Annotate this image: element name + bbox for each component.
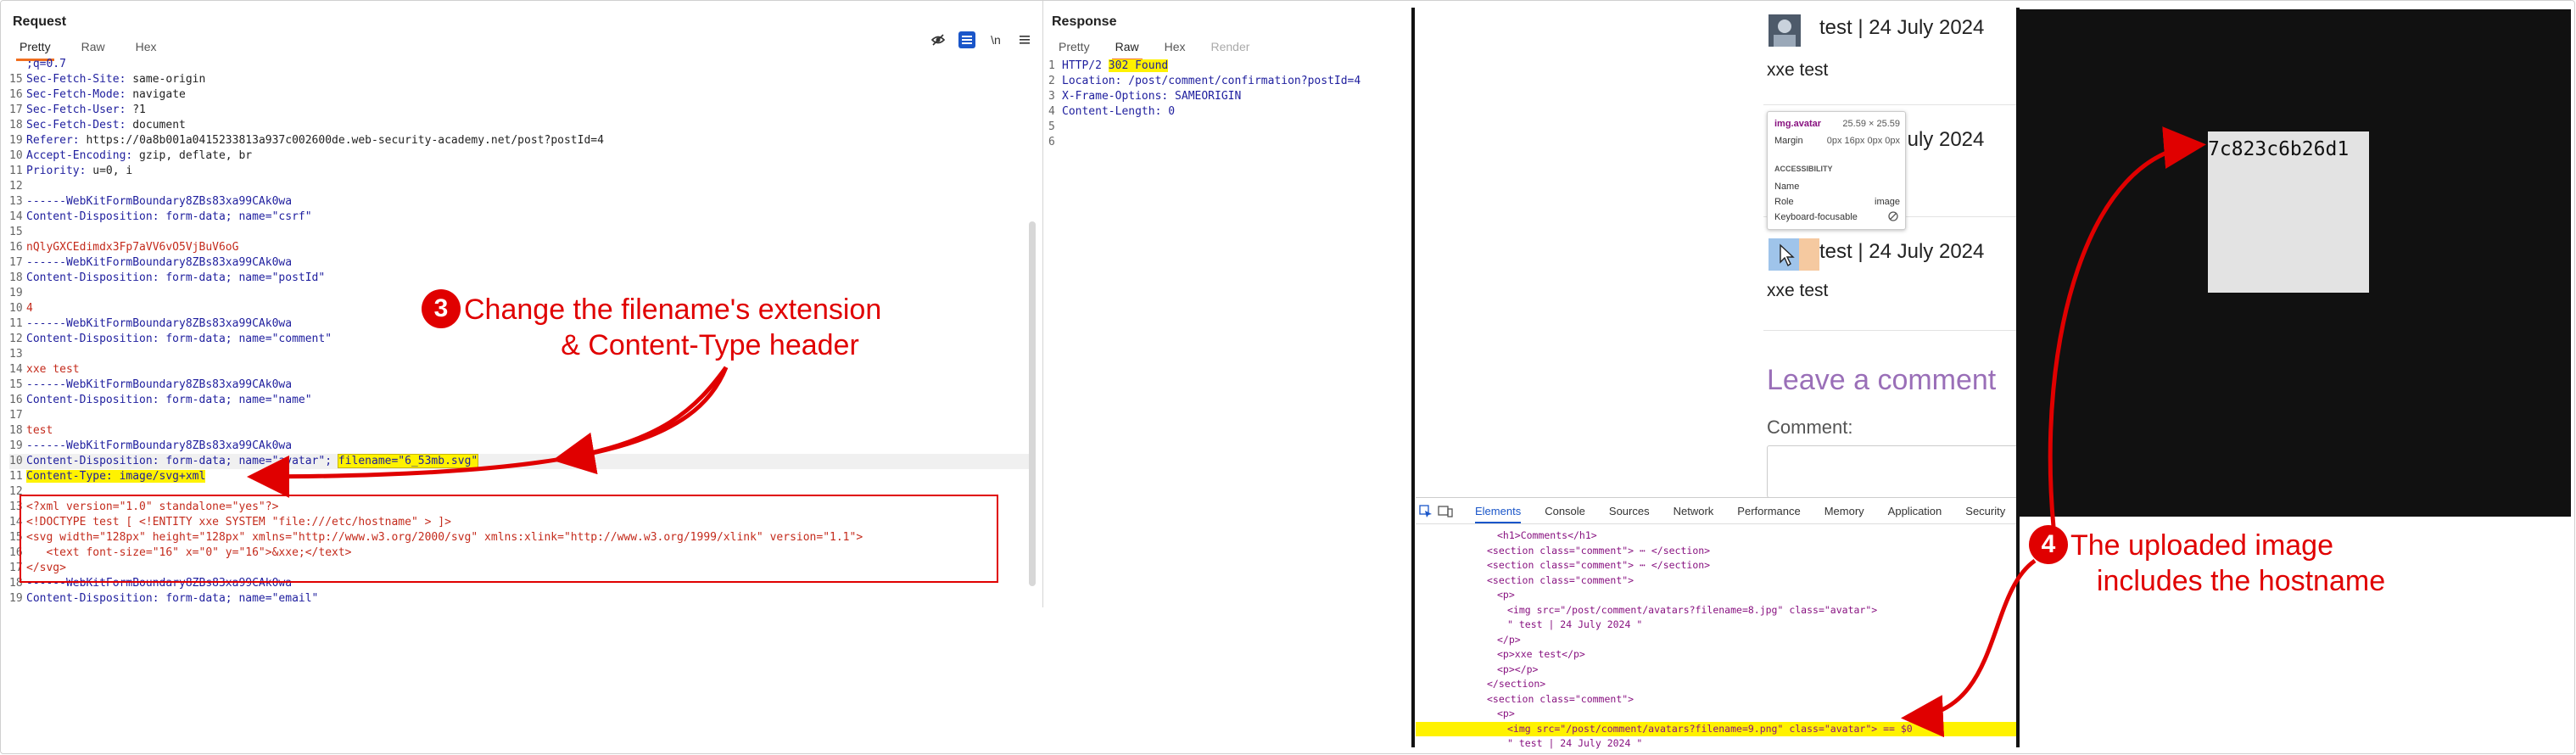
- annotation-arrows: [247, 126, 2206, 738]
- arrow-to-content-type: [247, 366, 729, 498]
- screenshot-frame: Request Pretty Raw Hex \n ;q=0.7 15 Sec-Fe…: [0, 0, 2575, 754]
- arrow-to-filename: [552, 366, 729, 475]
- arrow-to-hostname: [2048, 126, 2206, 528]
- arrow-to-img-element: [1901, 558, 2037, 738]
